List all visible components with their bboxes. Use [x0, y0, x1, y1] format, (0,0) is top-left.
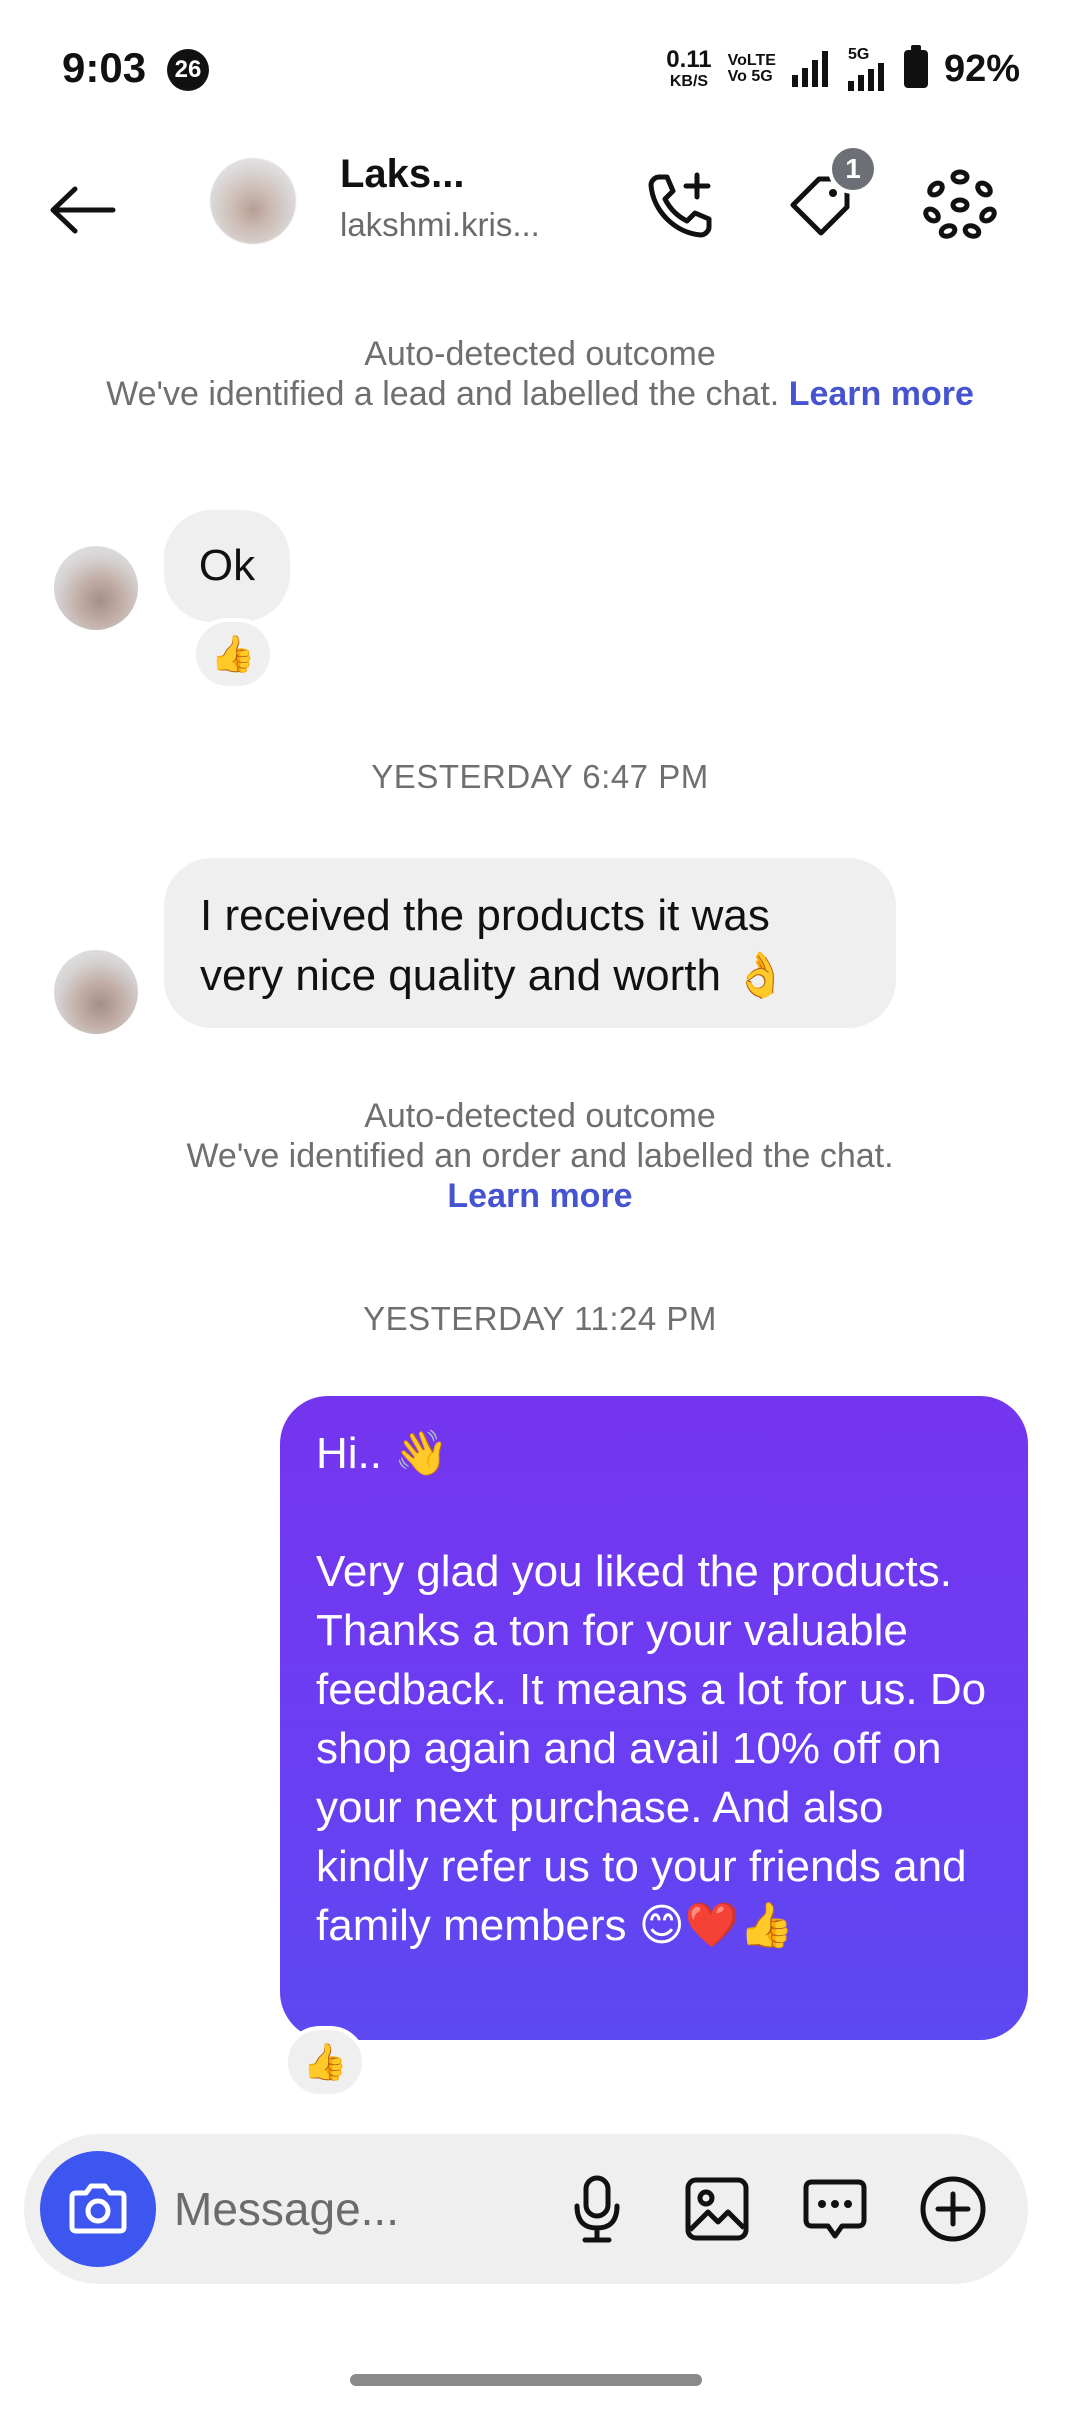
chat-bubble-button[interactable] — [792, 2166, 878, 2252]
contact-name[interactable]: Laks... — [340, 152, 465, 197]
camera-button[interactable] — [40, 2151, 156, 2267]
sender-avatar[interactable] — [54, 546, 138, 630]
plus-circle-icon — [920, 2176, 986, 2242]
add-call-button[interactable] — [636, 160, 726, 250]
volte-indicator: VoLTE Vo 5G — [728, 53, 776, 85]
camera-icon — [69, 2183, 127, 2234]
microphone-icon — [574, 2175, 620, 2243]
status-indicators: 0.11 KB/S VoLTE Vo 5G 5G 92% — [666, 44, 1020, 94]
gallery-button[interactable] — [674, 2166, 760, 2252]
more-dots-icon — [923, 169, 997, 239]
message-text: Ok — [198, 541, 256, 590]
battery-percent: 92% — [943, 47, 1020, 90]
home-indicator[interactable] — [350, 2374, 702, 2386]
signal-icon — [791, 51, 828, 87]
message-greeting: Hi.. 👋 — [316, 1429, 450, 1478]
battery-icon — [903, 45, 928, 88]
notice-title: Auto-detected outcome — [364, 1097, 716, 1135]
notice-text: We've identified an order and labelled t… — [186, 1137, 894, 1175]
message-input[interactable] — [174, 2176, 564, 2242]
message-body: Very glad you liked the products. Thanks… — [316, 1547, 987, 1950]
learn-more-link[interactable]: Learn more — [0, 1176, 1080, 1216]
message-bubble-incoming[interactable]: Ok — [164, 510, 290, 622]
status-time: 9:03 — [62, 44, 147, 91]
learn-more-link[interactable]: Learn more — [789, 375, 974, 413]
contact-username[interactable]: lakshmi.kris... — [340, 206, 540, 244]
tag-count-badge: 1 — [828, 144, 878, 194]
message-reaction[interactable]: 👍 — [284, 2026, 366, 2098]
notice-text: We've identified a lead and labelled the… — [106, 375, 780, 413]
more-options-button[interactable] — [910, 160, 1010, 250]
more-attachments-button[interactable] — [910, 2166, 996, 2252]
add-call-icon — [648, 172, 712, 238]
message-line: I received the products it was — [200, 891, 770, 940]
volte-label-1: VoLTE — [727, 52, 776, 69]
signal-5g-icon — [847, 63, 884, 91]
gallery-icon — [685, 2177, 749, 2241]
contact-avatar[interactable] — [210, 158, 296, 244]
network-speed: 0.11 KB/S — [666, 48, 711, 90]
status-bar: 9:03 26 0.11 KB/S VoLTE Vo 5G 5G 92% — [0, 0, 1080, 140]
timestamp: YESTERDAY 11:24 PM — [363, 1300, 717, 1337]
message-line: very nice quality and worth 👌 — [200, 951, 788, 1000]
message-bubble-outgoing[interactable]: Hi.. 👋 Very glad you liked the products.… — [280, 1396, 1028, 2040]
notice-title: Auto-detected outcome — [364, 335, 716, 373]
timestamp: YESTERDAY 6:47 PM — [371, 758, 709, 795]
message-reaction[interactable]: 👍 — [192, 618, 274, 690]
notification-count-badge: 26 — [167, 49, 209, 91]
auto-detected-notice-lead: Auto-detected outcome We've identified a… — [0, 334, 1080, 414]
chat-header: Laks... lakshmi.kris... 1 — [0, 140, 1080, 280]
auto-detected-notice-order: Auto-detected outcome We've identified a… — [0, 1096, 1080, 1216]
network-speed-unit: KB/S — [669, 73, 709, 90]
volte-label-2: Vo 5G — [727, 68, 773, 85]
chat-bubble-icon — [803, 2179, 867, 2239]
network-speed-value: 0.11 — [666, 46, 712, 73]
thumbs-up-reaction: 👍 — [302, 2041, 348, 2082]
back-arrow-icon — [50, 186, 116, 234]
back-button[interactable] — [42, 170, 122, 250]
fiveg-label: 5G — [847, 46, 870, 63]
sender-avatar[interactable] — [54, 950, 138, 1034]
message-composer — [24, 2134, 1028, 2284]
thumbs-up-reaction: 👍 — [210, 633, 256, 674]
voice-message-button[interactable] — [554, 2166, 640, 2252]
message-bubble-incoming[interactable]: I received the products it was very nice… — [164, 858, 896, 1028]
